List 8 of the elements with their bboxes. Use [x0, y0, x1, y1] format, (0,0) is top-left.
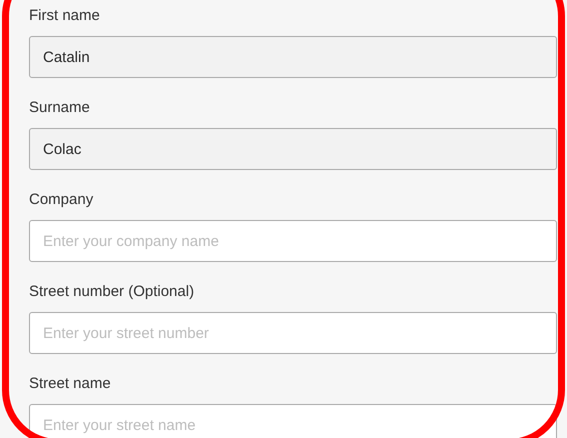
input-field[interactable]: Enter your street name [29, 404, 557, 438]
field-label: Street name [29, 374, 111, 394]
field-label: Surname [29, 98, 90, 118]
field-label: Street number (Optional) [29, 282, 194, 302]
field-label: Company [29, 190, 94, 210]
input-field[interactable]: Enter your company name [29, 220, 557, 262]
input-field[interactable]: Enter your street number [29, 312, 557, 354]
field-label: First name [29, 6, 100, 26]
